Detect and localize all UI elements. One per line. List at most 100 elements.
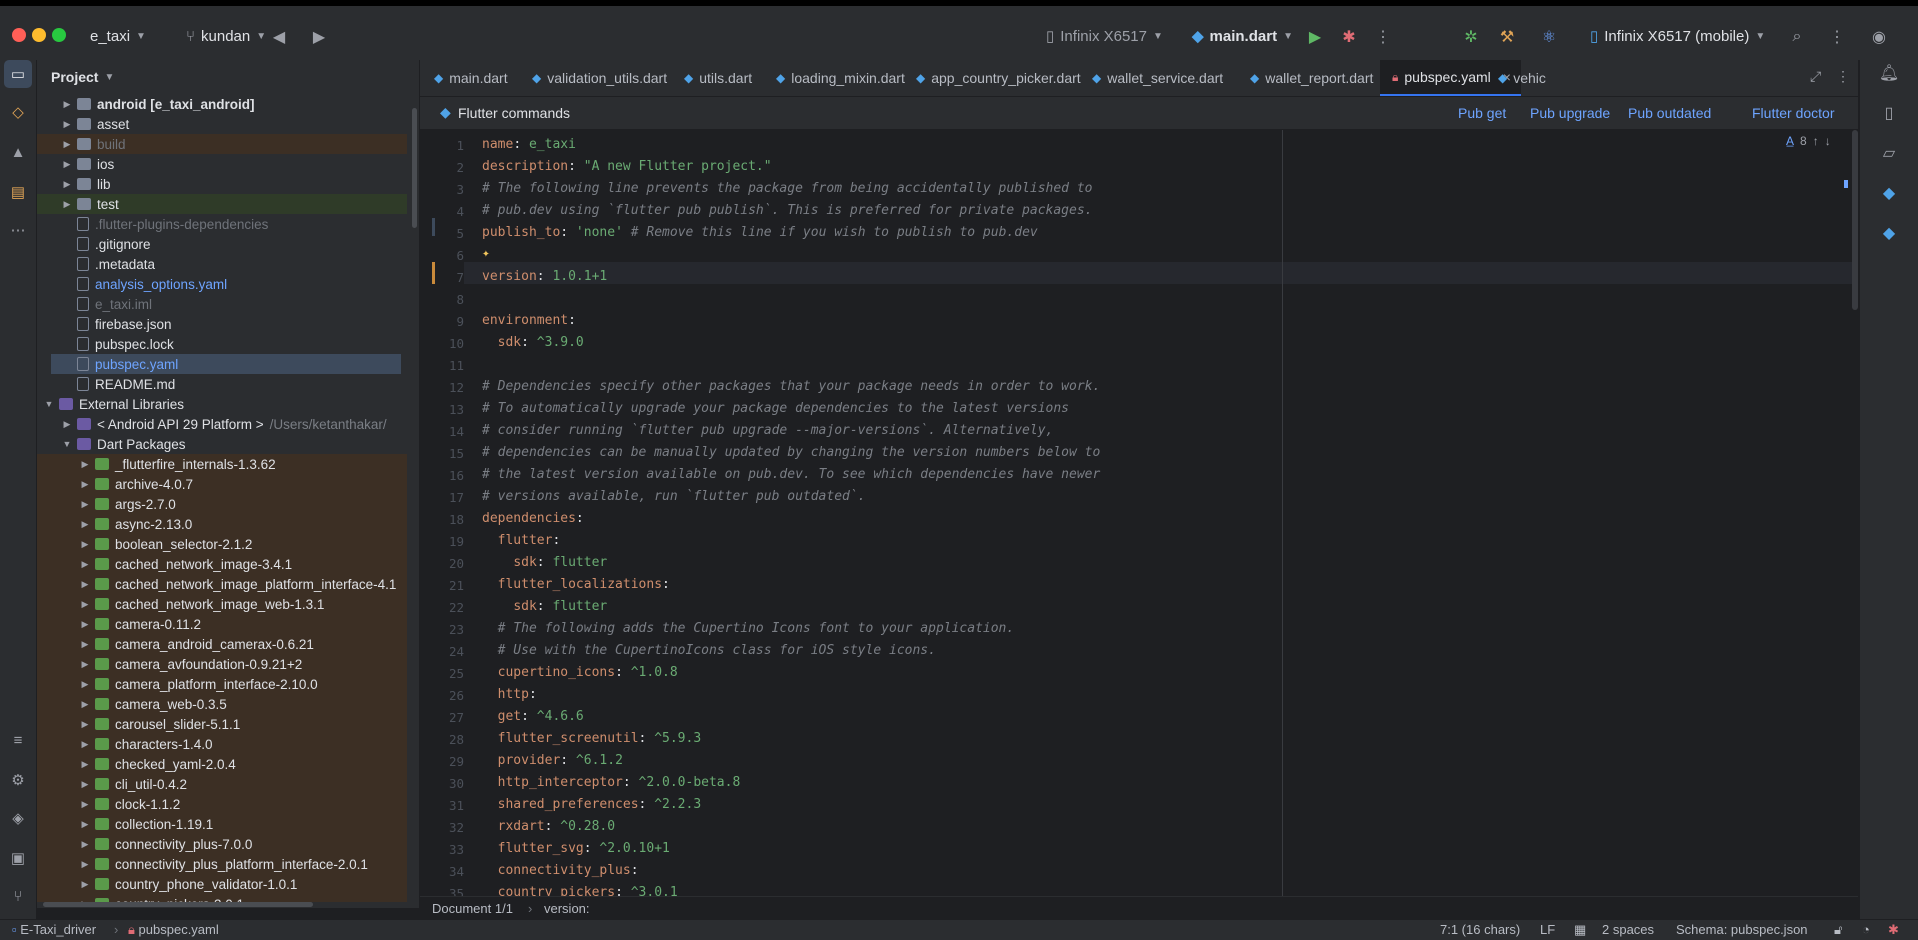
search-icon[interactable]: ⌕ [1784,24,1810,50]
editor-tab[interactable]: ◆ vehic [1498,60,1546,96]
chevron-right-icon[interactable]: ▶ [79,859,91,870]
pub-outdated-link[interactable]: Pub outdated [1628,105,1711,121]
status-project-breadcrumb[interactable]: ▫ E-Taxi_driver [12,922,96,937]
tree-row[interactable]: ▶ camera-0.11.2 [37,614,407,634]
code-line[interactable]: http: [482,684,537,706]
editor-tab[interactable]: ◆ wallet_service.dart [1092,60,1223,96]
chevron-right-icon[interactable]: ▶ [61,99,73,110]
chevron-right-icon[interactable]: ▶ [79,739,91,750]
running-devices-icon[interactable]: ▱ [1876,140,1902,166]
code-line[interactable]: # pub.dev using `flutter pub publish`. T… [482,200,1092,222]
chevron-right-icon[interactable]: ▶ [79,559,91,570]
account-icon[interactable]: ◉ [1866,24,1892,50]
chevron-right-icon[interactable]: ▶ [61,419,73,430]
tree-row[interactable]: ▶ android [e_taxi_android] [37,94,407,114]
structure-tool-icon[interactable]: ▲ [4,138,32,166]
atom-icon[interactable]: ⚛ [1536,24,1562,50]
code-line[interactable]: # dependencies can be manually updated b… [482,442,1100,464]
gem-icon[interactable]: ◈ [4,804,32,832]
code-line[interactable]: flutter: [482,530,561,552]
editor-tab[interactable]: ◆ validation_utils.dart [532,60,667,96]
inspection-widget[interactable]: A̲ 8 ↑ ↓ [1786,134,1831,148]
tree-row[interactable]: ▶ camera_avfoundation-0.9.21+2 [37,654,407,674]
device-selector[interactable]: ▯ Infinix X6517 (mobile) ▼ [1590,23,1765,49]
chevron-right-icon[interactable]: ▶ [79,599,91,610]
memory-indicator-icon[interactable]: ◔ [1862,922,1870,937]
code-line[interactable]: version: 1.0.1+1 [482,266,607,288]
chevron-right-icon[interactable]: ▶ [61,199,73,210]
flutter-outline-icon[interactable]: ◆ [1876,220,1902,246]
logcat-icon[interactable]: ≡ [4,726,32,754]
editor-tab[interactable]: ◆ loading_mixin.dart [776,60,905,96]
editor-tab[interactable]: ◆ app_country_picker.dart [916,60,1081,96]
tree-row[interactable]: ▶ clock-1.1.2 [37,794,407,814]
chevron-right-icon[interactable]: ▶ [79,679,91,690]
tree-row[interactable]: ▶ characters-1.4.0 [37,734,407,754]
chevron-right-icon[interactable]: ▶ [79,459,91,470]
device-manager-icon[interactable]: ▯ [1876,100,1902,126]
editor-scrollbar[interactable] [1852,130,1858,310]
tree-row[interactable]: ▶ ios [37,154,407,174]
chevron-right-icon[interactable]: ▶ [79,879,91,890]
tree-row[interactable]: ▶ cached_network_image_web-1.3.1 [37,594,407,614]
chevron-right-icon[interactable]: ▶ [79,659,91,670]
code-line[interactable]: environment: [482,310,576,332]
tree-row[interactable]: ▶ connectivity_plus_platform_interface-2.… [37,854,407,874]
code-line[interactable]: dependencies: [482,508,584,530]
code-line[interactable]: # Use with the CupertinoIcons class for … [482,640,936,662]
zoom-window-button[interactable] [52,28,66,42]
code-line[interactable]: sdk: flutter [482,552,607,574]
more-tools-icon[interactable]: ⋯ [4,216,32,244]
editor-tab[interactable]: ◆ wallet_report.dart [1250,60,1373,96]
close-window-button[interactable] [12,28,26,42]
notifications-icon[interactable]: 🔔︎ [1876,60,1902,86]
chevron-right-icon[interactable]: ▶ [79,519,91,530]
project-selector[interactable]: e_taxi ▼ [90,23,146,49]
arrow-down-icon[interactable]: ↓ [1825,134,1831,148]
code-line[interactable]: flutter_screenutil: ^5.9.3 [482,728,702,750]
pub-get-link[interactable]: Pub get [1458,105,1506,121]
flutter-inspector-icon[interactable]: ◆ [1876,180,1902,206]
chevron-right-icon[interactable]: ▶ [79,499,91,510]
chevron-right-icon[interactable]: ▶ [79,779,91,790]
tree-row[interactable]: ▶country_pickers-3.0.1 [37,894,407,902]
project-scrollbar[interactable] [412,108,417,228]
tree-row[interactable]: ▶ connectivity_plus-7.0.0 [37,834,407,854]
caret-position[interactable]: 7:1 (16 chars) [1440,922,1520,937]
run-config-selector[interactable]: ◆ main.dart ▼ [1192,23,1293,49]
tree-row[interactable]: ▶ args-2.7.0 [37,494,407,514]
commit-tool-icon[interactable]: ◇ [4,98,32,126]
code-line[interactable]: shared_preferences: ^2.2.3 [482,794,702,816]
chevron-right-icon[interactable]: ▶ [61,159,73,170]
arrow-up-icon[interactable]: ↑ [1813,134,1819,148]
code-line[interactable]: country_pickers: ^3.0.1 [482,882,678,896]
tree-row[interactable]: README.md [37,374,407,394]
chevron-right-icon[interactable]: ▶ [79,839,91,850]
terminal-icon[interactable]: ▣ [4,844,32,872]
tree-row[interactable]: ▶ collection-1.19.1 [37,814,407,834]
forward-icon[interactable]: ▶ [306,24,332,50]
chevron-right-icon[interactable]: ▶ [79,699,91,710]
tree-row[interactable]: ▶ build [37,134,407,154]
tree-row[interactable]: ▶ archive-4.0.7 [37,474,407,494]
project-panel-header[interactable]: Project ▼ [37,60,419,94]
chevron-right-icon[interactable]: ▶ [79,719,91,730]
code-line[interactable]: provider: ^6.1.2 [482,750,623,772]
tree-row[interactable]: .metadata [37,254,407,274]
indent-setting[interactable]: 2 spaces [1602,922,1654,937]
git-icon[interactable]: ⑂ [4,882,32,910]
tab-more-icon[interactable]: ⋮ [1836,68,1850,85]
tree-row[interactable]: ▶ cached_network_image_platform_interface… [37,574,407,594]
line-separator[interactable]: LF [1540,922,1555,937]
json-schema[interactable]: Schema: pubspec.json [1676,922,1808,937]
tree-row[interactable]: ▶ camera_platform_interface-2.10.0 [37,674,407,694]
chevron-right-icon[interactable]: ▶ [79,759,91,770]
tree-row[interactable]: ▶ async-2.13.0 [37,514,407,534]
code-line[interactable]: # versions available, run `flutter pub o… [482,486,866,508]
tree-row[interactable]: analysis_options.yaml [37,274,407,294]
project-tool-icon[interactable]: ▭ [4,60,32,88]
code-line[interactable]: publish_to: 'none' # Remove this line if… [482,222,1038,244]
tree-row[interactable]: ▶ lib [37,174,407,194]
error-indicator-icon[interactable]: ✱ [1888,922,1899,938]
code-line[interactable]: connectivity_plus: [482,860,639,882]
